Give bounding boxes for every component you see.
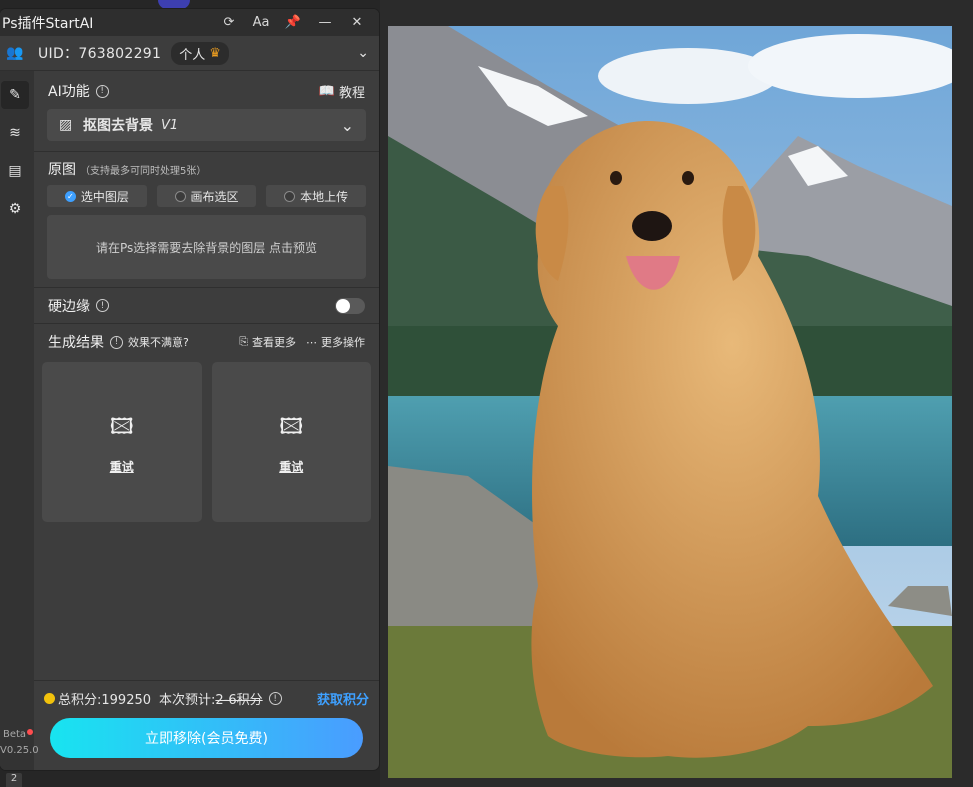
source-option-canvas[interactable]: 画布选区 — [156, 185, 257, 207]
source-label: 原图 — [48, 162, 76, 178]
coin-icon — [44, 693, 55, 704]
edit-icon[interactable]: ✎ — [1, 81, 29, 109]
font-size-icon[interactable]: Aa — [245, 15, 277, 30]
notification-dot — [27, 729, 34, 735]
crown-icon: ♛ — [209, 45, 221, 61]
footer: 总积分:199250 本次预计: 2-6积分 ! 获取积分 立即移除(会员免费) — [34, 680, 379, 770]
side-rail: ✎ ≋ ▤ ⚙ Beta V0.25.0 — [0, 71, 39, 770]
source-section: 原图 （支持最多可同时处理5张） ✓ 选中图层 画布选区 本地上传 请在Ps选择… — [34, 152, 379, 288]
app-badge-icon — [158, 0, 190, 9]
bottom-tab[interactable]: 2 — [6, 773, 22, 787]
view-more-link[interactable]: ⎘ 查看更多 — [239, 334, 296, 350]
total-points: 总积分:199250 — [58, 693, 152, 708]
retry-button[interactable]: 重试 — [110, 458, 134, 475]
user-bar[interactable]: 👥 UID：763802291 个人 ♛ ⌄ — [0, 36, 379, 71]
function-select[interactable]: ▨ 抠图去背景 V1 ⌄ — [47, 109, 366, 141]
plan-badge: 个人 ♛ — [171, 41, 229, 65]
info-icon[interactable]: ! — [95, 84, 109, 98]
estimate-prefix: 本次预计: — [159, 693, 216, 708]
option-label: 本地上传 — [300, 189, 349, 204]
radio-icon — [284, 190, 296, 202]
preview-area[interactable]: 请在Ps选择需要去除背景的图层 点击预览 — [47, 215, 366, 279]
document-icon[interactable]: ▤ — [1, 157, 29, 185]
source-option-upload[interactable]: 本地上传 — [266, 185, 367, 207]
app-title: Ps插件StartAI — [2, 15, 94, 32]
result-label: 生成结果 — [48, 335, 104, 351]
broken-image-icon: 🖾 — [109, 414, 134, 440]
user-uid: UID：763802291 — [38, 46, 162, 62]
chevron-down-icon: ⌄ — [340, 115, 354, 135]
version-label: V0.25.0 — [0, 745, 39, 756]
more-actions-link[interactable]: ⋯ 更多操作 — [306, 334, 365, 350]
result-section: 生成结果 ! 效果不满意? ⎘ 查看更多 ⋯ 更多操作 🖾 重试 🖾 重试 — [34, 324, 379, 522]
ai-function-section: AI功能 ! 📖 教程 ▨ 抠图去背景 V1 ⌄ — [34, 71, 379, 152]
tutorial-label: 教程 — [338, 85, 365, 101]
function-version: V1 — [161, 117, 179, 133]
info-icon[interactable]: ! — [110, 335, 123, 349]
result-hint[interactable]: 效果不满意? — [128, 334, 189, 350]
canvas-photo — [388, 26, 952, 778]
layers-icon[interactable]: ≋ — [1, 119, 29, 147]
remove-background-button[interactable]: 立即移除(会员免费) — [50, 718, 363, 758]
chevron-down-icon[interactable]: ⌄ — [357, 45, 369, 61]
refresh-icon[interactable]: ⟳ — [213, 15, 245, 30]
beta-label: Beta — [3, 729, 34, 740]
info-icon[interactable]: ! — [268, 692, 282, 705]
main-content: AI功能 ! 📖 教程 ▨ 抠图去背景 V1 ⌄ 原图 （支持最多可同时处理5张… — [34, 71, 379, 770]
info-icon[interactable]: ! — [96, 299, 109, 312]
source-hint: （支持最多可同时处理5张） — [80, 165, 207, 177]
book-icon: 📖 — [318, 83, 335, 99]
radio-checked-icon: ✓ — [64, 190, 76, 202]
tutorial-link[interactable]: 📖 教程 — [319, 82, 365, 101]
toggle-knob — [336, 298, 350, 313]
result-card[interactable]: 🖾 重试 — [42, 362, 202, 522]
option-label: 画布选区 — [190, 189, 239, 204]
gear-icon[interactable]: ⚙ — [1, 195, 29, 223]
users-icon: 👥 — [6, 45, 24, 61]
ai-function-label: AI功能 — [48, 84, 90, 100]
more-actions-label: 更多操作 — [321, 336, 365, 349]
source-option-layer[interactable]: ✓ 选中图层 — [47, 185, 147, 207]
retry-button[interactable]: 重试 — [279, 458, 303, 475]
function-selected: 抠图去背景 — [83, 118, 153, 134]
hard-edge-label: 硬边缘 — [48, 298, 90, 315]
source-options: ✓ 选中图层 画布选区 本地上传 — [34, 179, 379, 207]
plan-label: 个人 — [179, 47, 206, 63]
hard-edge-row: 硬边缘 ! — [34, 288, 379, 324]
get-points-link[interactable]: 获取积分 — [317, 689, 369, 708]
result-cards: 🖾 重试 🖾 重试 — [34, 352, 379, 522]
option-label: 选中图层 — [80, 189, 129, 204]
radio-icon — [174, 190, 186, 202]
view-more-label: 查看更多 — [252, 336, 296, 349]
history-icon: ⎘ — [239, 335, 248, 348]
hard-edge-toggle[interactable] — [335, 297, 365, 314]
more-icon: ⋯ — [306, 335, 317, 349]
title-bar[interactable]: Ps插件StartAI ⟳ Aa 📌 — ✕ — [0, 9, 379, 36]
result-card[interactable]: 🖾 重试 — [211, 362, 371, 522]
minimize-icon[interactable]: — — [309, 15, 341, 30]
estimate-value: 2-6积分 — [215, 693, 263, 708]
pin-icon[interactable]: 📌 — [277, 15, 309, 30]
broken-image-icon: 🖾 — [279, 414, 304, 440]
close-icon[interactable]: ✕ — [341, 15, 373, 30]
plugin-panel: Ps插件StartAI ⟳ Aa 📌 — ✕ 👥 UID：763802291 个… — [0, 9, 379, 770]
cutout-icon: ▨ — [59, 117, 73, 133]
points-row: 总积分:199250 本次预计: 2-6积分 ! 获取积分 — [34, 681, 379, 708]
